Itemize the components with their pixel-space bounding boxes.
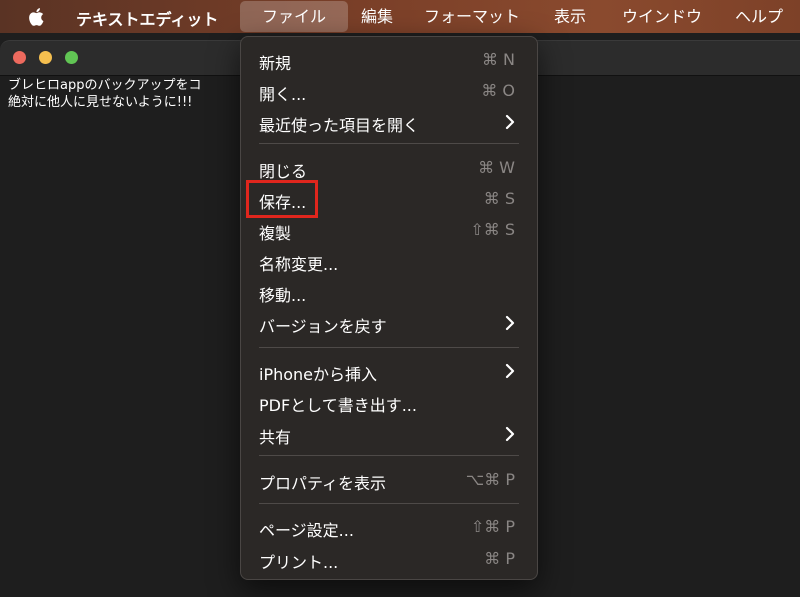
menu-file[interactable]: ファイル <box>240 1 348 32</box>
menu-edit[interactable]: 編集 <box>348 0 406 33</box>
menu-item-label: 複製 <box>259 224 292 243</box>
menu-item-shortcut: ⇧⌘ S <box>470 220 515 239</box>
menu-item-rename[interactable]: 名称変更... <box>241 246 537 276</box>
window-minimize-button[interactable] <box>39 51 52 64</box>
menu-item-shortcut: ⇧⌘ P <box>470 517 515 536</box>
document-line-2: 絶対に他人に見せないように!!! <box>8 95 193 110</box>
menu-item-show-properties[interactable]: プロパティを表示 ⌥⌘ P <box>241 465 537 495</box>
menu-view[interactable]: 表示 <box>540 0 600 33</box>
menu-item-new[interactable]: 新規 ⌘ N <box>241 45 537 75</box>
menu-item-open-recent[interactable]: 最近使った項目を開く <box>241 107 537 137</box>
menu-item-page-setup[interactable]: ページ設定... ⇧⌘ P <box>241 512 537 542</box>
menu-item-label: 名称変更... <box>259 255 339 274</box>
menu-item-revert[interactable]: バージョンを戻す <box>241 308 537 338</box>
menu-item-label: プリント... <box>259 553 339 572</box>
menu-help[interactable]: ヘルプ <box>724 0 794 33</box>
menu-item-export-pdf[interactable]: PDFとして書き出す... <box>241 387 537 417</box>
app-name[interactable]: テキストエディット <box>76 6 218 30</box>
menu-item-shortcut: ⌘ P <box>484 549 515 568</box>
chevron-right-icon <box>505 315 515 331</box>
menu-item-label: 最近使った項目を開く <box>259 116 420 135</box>
menu-bar: テキストエディット ファイル 編集 フォーマット 表示 ウインドウ ヘルプ <box>0 0 800 33</box>
menu-item-move[interactable]: 移動... <box>241 277 537 307</box>
document-text-area[interactable]: ブレヒロappのバックアップをコ 絶対に他人に見せないように!!! <box>8 77 201 111</box>
menu-item-import-from-iphone[interactable]: iPhoneから挿入 <box>241 356 537 386</box>
menu-item-label: 閉じる <box>259 162 308 181</box>
chevron-right-icon <box>505 426 515 442</box>
menu-separator <box>259 503 519 504</box>
window-close-button[interactable] <box>13 51 26 64</box>
menu-item-share[interactable]: 共有 <box>241 419 537 449</box>
apple-logo-icon[interactable] <box>27 6 47 28</box>
menu-item-label: ページ設定... <box>259 521 354 540</box>
screen: テキストエディット ファイル 編集 フォーマット 表示 ウインドウ ヘルプ ブレ… <box>0 0 800 597</box>
menu-item-close[interactable]: 閉じる ⌘ W <box>241 153 537 183</box>
save-highlight-annotation <box>246 180 318 218</box>
menu-item-label: 新規 <box>259 54 292 73</box>
menu-item-shortcut: ⌥⌘ P <box>465 470 515 489</box>
menu-item-label: 開く... <box>259 85 307 104</box>
menu-item-label: iPhoneから挿入 <box>259 365 378 384</box>
menu-format[interactable]: フォーマット <box>412 0 532 33</box>
menu-separator <box>259 347 519 348</box>
chevron-right-icon <box>505 363 515 379</box>
menu-separator <box>259 143 519 144</box>
menu-item-shortcut: ⌘ S <box>483 189 515 208</box>
menu-window[interactable]: ウインドウ <box>610 0 714 33</box>
menu-item-open[interactable]: 開く... ⌘ O <box>241 76 537 106</box>
chevron-right-icon <box>505 114 515 130</box>
window-zoom-button[interactable] <box>65 51 78 64</box>
file-menu-dropdown: 新規 ⌘ N 開く... ⌘ O 最近使った項目を開く 閉じる ⌘ W 保存..… <box>240 36 538 580</box>
menu-item-label: 共有 <box>259 428 292 447</box>
menu-item-label: バージョンを戻す <box>259 317 387 336</box>
menu-separator <box>259 455 519 456</box>
menu-item-label: プロパティを表示 <box>259 474 387 493</box>
menu-item-shortcut: ⌘ N <box>481 50 515 69</box>
menu-item-print[interactable]: プリント... ⌘ P <box>241 544 537 574</box>
menu-item-duplicate[interactable]: 複製 ⇧⌘ S <box>241 215 537 245</box>
menu-item-label: PDFとして書き出す... <box>259 396 417 415</box>
menu-item-label: 移動... <box>259 286 307 305</box>
document-line-1: ブレヒロappのバックアップをコ <box>8 78 202 93</box>
menu-item-shortcut: ⌘ O <box>481 81 515 100</box>
menu-item-shortcut: ⌘ W <box>478 158 515 177</box>
